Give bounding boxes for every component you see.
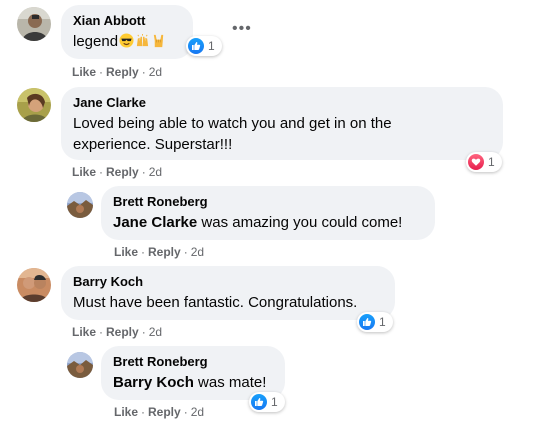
reaction-summary[interactable]: 1 <box>466 152 502 172</box>
reaction-summary[interactable]: 1 <box>357 312 393 332</box>
reaction-count: 1 <box>208 39 215 53</box>
avatar[interactable] <box>17 268 51 302</box>
reply-action[interactable]: Reply <box>106 325 139 339</box>
comment-bubble: Jane Clarke Loved being able to watch yo… <box>61 87 503 160</box>
comment-text-line: Loved being able to watch you and get in… <box>73 115 392 132</box>
like-reaction-icon <box>251 394 267 410</box>
separator: · <box>183 245 188 259</box>
reply-action[interactable]: Reply <box>148 405 181 419</box>
comment-text: Loved being able to watch you and get in… <box>73 113 491 155</box>
comment-timestamp[interactable]: 2d <box>149 325 162 339</box>
like-action[interactable]: Like <box>72 165 96 179</box>
comment-text: Barry Koch was mate! <box>113 374 266 391</box>
sunglasses-face-emoji <box>119 33 134 48</box>
separator: · <box>141 405 146 419</box>
love-reaction-icon <box>468 154 484 170</box>
comment-actions: Like · Reply · 2d <box>114 404 204 420</box>
like-action[interactable]: Like <box>114 245 138 259</box>
comment-bubble: Barry Koch Must have been fantastic. Con… <box>61 266 395 320</box>
sign-of-the-horns-emoji <box>151 33 166 48</box>
more-options-icon[interactable]: ••• <box>232 21 252 37</box>
comment-timestamp[interactable]: 2d <box>149 165 162 179</box>
comment-actions: Like · Reply · 2d <box>72 164 162 180</box>
reaction-count: 1 <box>488 155 495 169</box>
comment-timestamp[interactable]: 2d <box>149 65 162 79</box>
separator: · <box>141 245 146 259</box>
mention-link[interactable]: Jane Clarke <box>113 214 197 231</box>
like-action[interactable]: Like <box>72 325 96 339</box>
comment-author[interactable]: Jane Clarke <box>73 95 491 111</box>
like-reaction-icon <box>359 314 375 330</box>
reaction-count: 1 <box>379 315 386 329</box>
reaction-summary[interactable]: 1 <box>249 392 285 412</box>
avatar[interactable] <box>67 352 93 378</box>
comment-author[interactable]: Brett Roneberg <box>113 354 273 370</box>
comment-body: legend <box>73 33 119 50</box>
comment-body: was amazing you could come! <box>197 214 403 231</box>
avatar[interactable] <box>17 7 51 41</box>
separator: · <box>183 405 188 419</box>
reply-action[interactable]: Reply <box>106 65 139 79</box>
comment-thread: Xian Abbott legend 1 ••• Like · Reply · 2d J… <box>0 0 548 425</box>
comment-author[interactable]: Barry Koch <box>73 274 383 290</box>
separator: · <box>99 325 104 339</box>
reaction-summary[interactable]: 1 <box>186 36 222 56</box>
comment-text: Jane Clarke was amazing you could come! <box>113 214 402 231</box>
like-action[interactable]: Like <box>114 405 138 419</box>
avatar[interactable] <box>17 88 51 122</box>
separator: · <box>141 325 146 339</box>
comment-timestamp[interactable]: 2d <box>191 245 204 259</box>
comment-author[interactable]: Xian Abbott <box>73 13 181 29</box>
comment-actions: Like · Reply · 2d <box>72 324 162 340</box>
separator: · <box>99 65 104 79</box>
mention-link[interactable]: Barry Koch <box>113 374 194 391</box>
comment-author[interactable]: Brett Roneberg <box>113 194 423 210</box>
comment-body: was mate! <box>193 374 267 391</box>
separator: · <box>141 165 146 179</box>
like-action[interactable]: Like <box>72 65 96 79</box>
avatar[interactable] <box>67 192 93 218</box>
separator: · <box>99 165 104 179</box>
comment-text: legend <box>73 33 166 50</box>
reaction-count: 1 <box>271 395 278 409</box>
reply-action[interactable]: Reply <box>148 245 181 259</box>
comment-actions: Like · Reply · 2d <box>114 244 204 260</box>
raising-hands-emoji <box>135 33 150 48</box>
comment-text: Must have been fantastic. Congratulation… <box>73 294 358 311</box>
comment-actions: Like · Reply · 2d <box>72 64 162 80</box>
reply-bubble: Brett Roneberg Jane Clarke was amazing y… <box>101 186 435 240</box>
comment-timestamp[interactable]: 2d <box>191 405 204 419</box>
reply-action[interactable]: Reply <box>106 165 139 179</box>
separator: · <box>141 65 146 79</box>
comment-bubble: Xian Abbott legend <box>61 5 193 59</box>
comment-text-line: experience. Superstar!!! <box>73 136 233 153</box>
like-reaction-icon <box>188 38 204 54</box>
